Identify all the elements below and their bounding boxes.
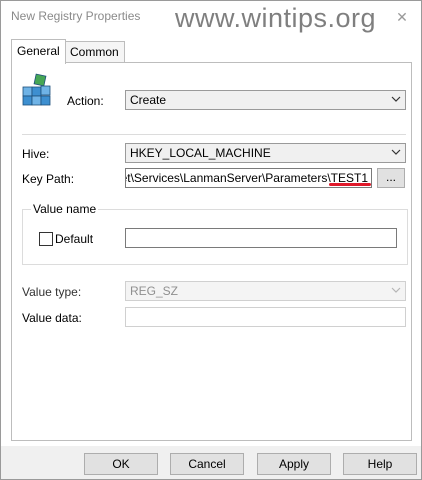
value-data-field[interactable] (125, 307, 406, 327)
tab-general[interactable]: General (11, 39, 66, 64)
highlight-underline (329, 183, 371, 186)
registry-cubes-icon (22, 73, 51, 106)
default-checkbox[interactable] (39, 232, 53, 246)
action-dropdown[interactable]: Create (125, 90, 406, 110)
value-data-label: Value data: (22, 311, 82, 325)
title-bar: New Registry Properties www.wintips.org … (1, 1, 421, 33)
value-type-label: Value type: (22, 285, 82, 299)
apply-button[interactable]: Apply (257, 453, 331, 475)
action-label: Action: (67, 94, 104, 108)
value-name-group-label: Value name (31, 202, 99, 216)
hive-value: HKEY_LOCAL_MACHINE (130, 146, 271, 160)
separator (22, 134, 406, 135)
cancel-button[interactable]: Cancel (170, 453, 244, 475)
default-checkbox-label[interactable]: Default (55, 232, 93, 246)
value-name-field[interactable] (125, 228, 397, 248)
value-type-value: REG_SZ (130, 284, 179, 298)
tab-common[interactable]: Common (64, 41, 125, 62)
value-type-dropdown[interactable]: REG_SZ (125, 281, 406, 301)
browse-button[interactable]: ... (377, 168, 405, 188)
dialog-window: New Registry Properties www.wintips.org … (0, 0, 422, 480)
close-icon[interactable]: ✕ (393, 9, 411, 25)
watermark: www.wintips.org (175, 3, 377, 33)
hive-label: Hive: (22, 147, 50, 161)
keypath-label: Key Path: (22, 172, 75, 186)
chevron-down-icon (391, 287, 401, 293)
chevron-down-icon (391, 96, 401, 102)
help-button[interactable]: Help (343, 453, 417, 475)
window-title: New Registry Properties (11, 9, 141, 23)
action-value: Create (130, 93, 167, 107)
hive-dropdown[interactable]: HKEY_LOCAL_MACHINE (125, 143, 406, 163)
ok-button[interactable]: OK (84, 453, 158, 475)
chevron-down-icon (391, 149, 401, 155)
